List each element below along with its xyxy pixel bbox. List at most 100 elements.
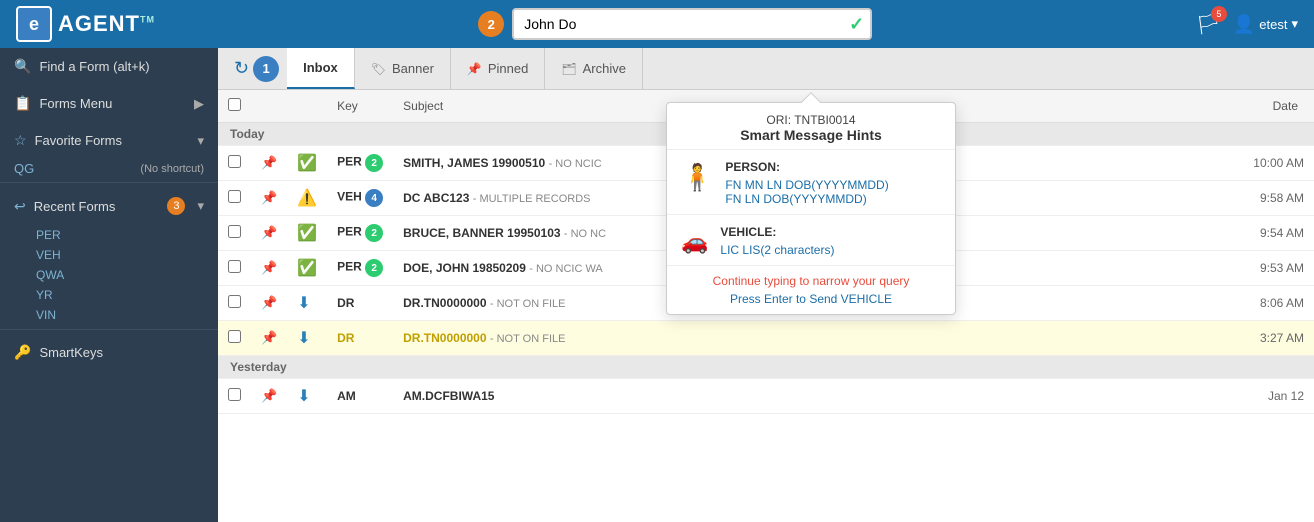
- recent-forms-chevron-icon: ▾: [197, 198, 204, 214]
- user-icon: 👤: [1233, 14, 1255, 35]
- row-pin-cell: 📌: [251, 216, 287, 251]
- row-checkbox-cell: [218, 181, 251, 216]
- row-checkbox[interactable]: [228, 225, 241, 238]
- row-subject-main: DOE, JOHN 19850209: [403, 261, 526, 275]
- sidebar-item-smart-keys[interactable]: 🔑 SmartKeys: [0, 334, 218, 371]
- inbox-tab-badge: 1: [253, 56, 279, 82]
- row-subject-main: SMITH, JAMES 19900510: [403, 156, 545, 170]
- row-checkbox[interactable]: [228, 330, 241, 343]
- table-row[interactable]: 📌 ⬇ AM AM.DCFBIWA15 Jan 12: [218, 379, 1314, 414]
- vehicle-link-1[interactable]: LIC LIS(2 characters): [720, 243, 834, 257]
- row-checkbox[interactable]: [228, 260, 241, 273]
- row-count-badge: 2: [365, 224, 383, 242]
- row-status-cell: ⚠️: [287, 181, 327, 216]
- row-checkbox[interactable]: [228, 190, 241, 203]
- search-input[interactable]: [512, 8, 872, 40]
- row-checkbox[interactable]: [228, 155, 241, 168]
- person-icon: 🧍: [681, 160, 713, 206]
- logo-area: e AGENTTM: [16, 6, 155, 42]
- dropdown-vehicle-section: 🚗 VEHICLE: LIC LIS(2 characters): [667, 215, 955, 266]
- recent-forms-icon: ↩: [14, 198, 26, 215]
- recent-form-yr[interactable]: YR: [0, 285, 218, 305]
- pin-icon[interactable]: 📌: [261, 190, 277, 205]
- favorite-shortcut-row: QG (No shortcut): [0, 159, 218, 178]
- row-key-label: PER: [337, 260, 362, 274]
- col-info: [287, 90, 327, 123]
- table-row[interactable]: 📌 ⬇ DR DR.TN0000000 - NOT ON FILE 3:27 A…: [218, 321, 1314, 356]
- flag-button[interactable]: 🏳 5: [1195, 12, 1220, 37]
- row-key-label: PER: [337, 155, 362, 169]
- tab-inbox[interactable]: Inbox: [287, 48, 355, 89]
- recent-form-veh[interactable]: VEH: [0, 245, 218, 265]
- sidebar-divider-1: [0, 182, 218, 183]
- user-menu[interactable]: 👤 etest ▾: [1233, 14, 1298, 35]
- header: e AGENTTM 2 ✓ 🏳 5 👤 etest ▾: [0, 0, 1314, 48]
- row-subject-cell: AM.DCFBIWA15: [393, 379, 1092, 414]
- row-date-cell: 9:54 AM: [1092, 216, 1314, 251]
- row-date-cell: 8:06 AM: [1092, 286, 1314, 321]
- row-status-cell: ⬇: [287, 286, 327, 321]
- header-search-area: 2 ✓: [155, 8, 1195, 40]
- sidebar-item-forms-menu[interactable]: 📋 Forms Menu ▶: [0, 85, 218, 122]
- tab-archive-label: Archive: [583, 61, 626, 76]
- select-all-checkbox[interactable]: [228, 98, 241, 111]
- row-checkbox[interactable]: [228, 388, 241, 401]
- smart-keys-label: SmartKeys: [39, 345, 103, 360]
- dropdown-enter-label[interactable]: Press Enter to Send VEHICLE: [681, 292, 941, 306]
- tab-pinned[interactable]: 📌 Pinned: [451, 48, 545, 89]
- col-pin: [251, 90, 287, 123]
- date-group-yesterday: Yesterday: [218, 356, 1314, 379]
- favorite-shortcut-label: (No shortcut): [140, 163, 204, 175]
- search-badge[interactable]: 2: [478, 11, 504, 37]
- recent-form-qwa[interactable]: QWA: [0, 265, 218, 285]
- pin-icon[interactable]: 📌: [261, 295, 277, 310]
- logo-tm: TM: [140, 15, 155, 25]
- favorite-forms-label: Favorite Forms: [35, 133, 122, 148]
- row-date-cell: 10:00 AM: [1092, 146, 1314, 181]
- smart-keys-icon: 🔑: [14, 344, 31, 361]
- pin-icon[interactable]: 📌: [261, 330, 277, 345]
- person-link-2[interactable]: FN LN DOB(YYYYMMDD): [725, 192, 888, 206]
- recent-form-per[interactable]: PER: [0, 225, 218, 245]
- header-right: 🏳 5 👤 etest ▾: [1195, 12, 1298, 37]
- col-date: Date: [1092, 90, 1314, 123]
- row-pin-cell: 📌: [251, 321, 287, 356]
- row-key-cell: VEH 4: [327, 181, 393, 216]
- user-chevron-icon: ▾: [1291, 16, 1298, 32]
- pin-icon[interactable]: 📌: [261, 260, 277, 275]
- recent-form-vin[interactable]: VIN: [0, 305, 218, 325]
- row-status-cell: ✅: [287, 146, 327, 181]
- row-key-cell: PER 2: [327, 216, 393, 251]
- row-subject-note: - NOT ON FILE: [490, 333, 566, 345]
- row-subject-cell: DR.TN0000000 - NOT ON FILE: [393, 321, 1092, 356]
- tab-banner[interactable]: 🏷 Banner: [355, 48, 451, 89]
- person-section-content: PERSON: FN MN LN DOB(YYYYMMDD) FN LN DOB…: [725, 160, 888, 206]
- sidebar-item-favorite-forms[interactable]: ☆ Favorite Forms ▾: [0, 122, 218, 159]
- sidebar-item-recent-forms[interactable]: ↩ Recent Forms 3 ▾: [0, 187, 218, 225]
- logo-text: AGENTTM: [58, 11, 155, 37]
- row-checkbox-cell: [218, 146, 251, 181]
- pin-icon[interactable]: 📌: [261, 388, 277, 403]
- row-date-cell: 9:53 AM: [1092, 251, 1314, 286]
- forms-menu-icon: 📋: [14, 95, 31, 112]
- favorite-forms-chevron-icon: ▾: [197, 133, 204, 149]
- person-section-title: PERSON:: [725, 160, 888, 174]
- row-checkbox[interactable]: [228, 295, 241, 308]
- row-key-label: DR: [337, 331, 354, 345]
- status-down-icon: ⬇: [297, 388, 310, 405]
- content-area: ↻ 1 Inbox 🏷 Banner 📌 Pinned 🗂 Archive: [218, 48, 1314, 522]
- dropdown-ori-label: ORI: TNTBI0014: [681, 113, 941, 127]
- tab-archive[interactable]: 🗂 Archive: [545, 48, 643, 89]
- tab-pinned-label: Pinned: [488, 61, 528, 76]
- forms-menu-label: Forms Menu: [39, 96, 112, 111]
- row-subject-note: - NO NCIC WA: [529, 263, 603, 275]
- pin-icon[interactable]: 📌: [261, 155, 277, 170]
- status-alert-icon: ⚠️: [297, 190, 317, 207]
- status-down-icon: ⬇: [297, 295, 310, 312]
- sidebar-item-find-form[interactable]: 🔍 Find a Form (alt+k): [0, 48, 218, 85]
- logo-shield: e: [16, 6, 52, 42]
- refresh-icon[interactable]: ↻: [234, 58, 249, 79]
- banner-icon: 🏷: [371, 62, 386, 76]
- person-link-1[interactable]: FN MN LN DOB(YYYYMMDD): [725, 178, 888, 192]
- pin-icon[interactable]: 📌: [261, 225, 277, 240]
